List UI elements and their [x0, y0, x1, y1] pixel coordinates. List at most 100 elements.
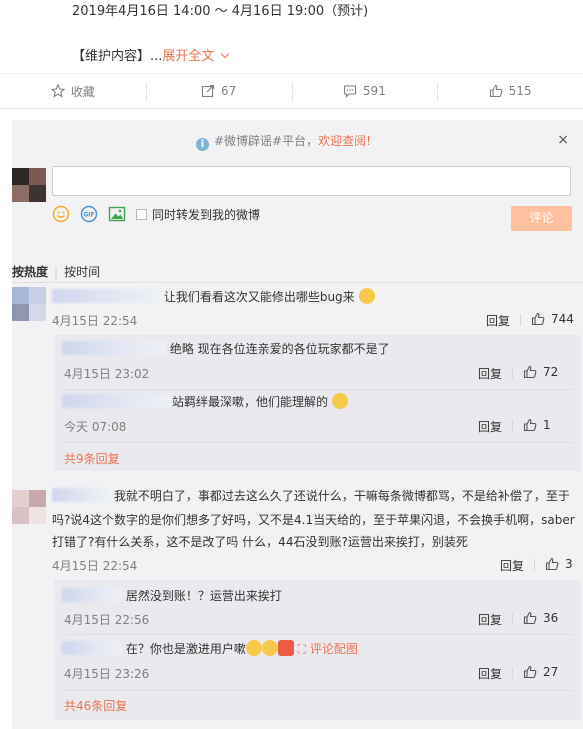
reply-time: 4月15日 23:02 [64, 367, 150, 381]
like-button[interactable]: 515 [437, 74, 583, 108]
reply-button[interactable]: 回复 [478, 665, 502, 682]
thumbs-up-icon [531, 312, 545, 326]
thumbs-up-icon [545, 557, 559, 571]
reply-box: 居然没到账！？运营出来挨打 4月15日 22:56 回复 36 在？你也是激进用… [54, 580, 581, 720]
divider [62, 389, 573, 390]
like-count: 3 [565, 557, 573, 571]
reply-button[interactable]: 回复 [478, 418, 502, 435]
submit-comment-button[interactable]: 评论 [511, 206, 572, 231]
reply-text: 绝略 现在各位连亲爱的各位玩家都不是了 [62, 339, 390, 359]
more-replies-link[interactable]: 共9条回复 [64, 450, 120, 467]
username[interactable] [52, 488, 110, 502]
avatar[interactable] [12, 287, 46, 321]
notice-link[interactable]: 欢迎查阅! [318, 134, 371, 148]
divider [62, 442, 573, 443]
image-icon[interactable] [108, 205, 126, 223]
divider [12, 282, 583, 283]
comment-panel: i #微博辟谣#平台，欢迎查阅! × GIF 同时转发到我的微博 评论 按热度 | 按… [12, 120, 583, 729]
reply-body: 在？你也是激进用户嗽 [125, 642, 246, 656]
divider [512, 367, 513, 379]
more-replies-link[interactable]: 共46条回复 [64, 697, 127, 714]
comment-image-label: 评论配图 [309, 642, 358, 656]
comment-body: 让我们看看这次又能修出哪些bug来 [163, 290, 355, 304]
maintenance-time: 2019年4月16日 14:00 ～ 4月16日 19:00（预计) [72, 4, 369, 19]
comment-image-link[interactable]: ⛶ 评论配图 [298, 642, 358, 656]
reply-body: 绝略 现在各位连亲爱的各位玩家都不是了 [169, 342, 390, 356]
divider [62, 634, 573, 635]
reply-button[interactable]: 回复 [500, 557, 524, 574]
emoji-icon[interactable] [52, 205, 70, 223]
comment-button[interactable]: 591 [291, 74, 438, 108]
comment-input[interactable] [52, 166, 571, 196]
divider [512, 667, 513, 679]
avatar[interactable] [12, 490, 46, 524]
thumbs-up-icon [489, 84, 503, 98]
chevron-down-icon [221, 49, 230, 59]
reply-like-button[interactable]: 36 [523, 611, 558, 625]
close-icon[interactable]: × [557, 132, 569, 148]
reply-button[interactable]: 回复 [486, 312, 510, 329]
divider [512, 613, 513, 625]
gif-icon[interactable]: GIF [80, 205, 98, 223]
sort-by-hot[interactable]: 按热度 [12, 265, 48, 279]
comment-count: 591 [362, 84, 386, 98]
favorite-button[interactable]: 收藏 [0, 74, 146, 108]
repost-checkbox[interactable] [136, 208, 147, 220]
reply-body: 居然没到账！？运营出来挨打 [125, 589, 282, 603]
reply-button[interactable]: 回复 [478, 365, 502, 382]
reply-like-button[interactable]: 1 [523, 418, 551, 432]
maintenance-content: 【维护内容】...展开全文 [72, 45, 230, 64]
reply-time: 4月15日 22:56 [64, 613, 150, 627]
thumbs-up-emoji-icon [358, 288, 375, 304]
comment-text: 让我们看看这次又能修出哪些bug来 [52, 287, 375, 307]
reply-like-button[interactable]: 72 [523, 365, 558, 379]
sort-tabs: 按热度 | 按时间 [12, 263, 100, 280]
expand-label: 展开全文 [162, 49, 215, 64]
username[interactable] [62, 641, 122, 655]
reply-body: 站羁绊最深嗽，他们能理解的 [172, 395, 329, 409]
comment-time: 4月15日 22:54 [52, 314, 138, 328]
like-count: 36 [543, 611, 559, 625]
content-prefix: 【维护内容】... [72, 49, 163, 64]
my-avatar[interactable] [12, 168, 46, 202]
favorite-label: 收藏 [70, 84, 95, 99]
divider [512, 420, 513, 432]
comment-text: 打错了?有什么关系，这不是改了吗 什么，44石没到账?运营出来挨打，别装死 [52, 535, 468, 549]
reply-text: 站羁绊最深嗽，他们能理解的 [62, 392, 348, 412]
sort-by-time[interactable]: 按时间 [64, 265, 100, 279]
like-count: 744 [551, 312, 574, 326]
comment-icon [343, 85, 356, 98]
repost-option-label: 同时转发到我的微博 [152, 207, 261, 222]
username[interactable] [62, 341, 166, 355]
reply-time: 4月15日 23:26 [64, 667, 150, 681]
composer-tools: GIF 同时转发到我的微博 [52, 204, 260, 224]
username[interactable] [62, 588, 122, 602]
post-action-bar: 收藏 67 591 515 [0, 73, 583, 109]
reply-box: 绝略 现在各位连亲爱的各位玩家都不是了 4月15日 23:02 回复 72 站羁… [54, 335, 581, 471]
username[interactable] [62, 394, 172, 408]
like-count: 27 [543, 665, 559, 679]
notice-prefix: #微博辟谣#平台， [214, 134, 319, 148]
notice-text: i #微博辟谣#平台，欢迎查阅! [196, 132, 371, 151]
divider [62, 690, 573, 691]
comment-time: 4月15日 22:54 [52, 559, 138, 573]
reply-time: 今天 07:08 [64, 420, 127, 434]
comment-text: 我就不明白了，事都过去这么久了还说什么，干嘛每条微博都骂，不是给补偿了，至于 [52, 486, 570, 506]
star-icon [50, 84, 65, 98]
rumor-notice: i #微博辟谣#平台，欢迎查阅! × [12, 126, 583, 154]
reply-like-button[interactable]: 27 [523, 665, 558, 679]
reply-text: 在？你也是激进用户嗽 ⛶ 评论配图 [62, 639, 358, 659]
comment-like-button[interactable]: 3 [545, 557, 573, 571]
username[interactable] [52, 289, 160, 303]
reply-button[interactable]: 回复 [478, 611, 502, 628]
info-icon: i [196, 138, 209, 151]
divider [520, 314, 521, 326]
svg-text:GIF: GIF [83, 212, 94, 219]
repost-button[interactable]: 67 [145, 74, 292, 108]
thumbs-up-icon [523, 665, 537, 679]
reply-text: 居然没到账！？运营出来挨打 [62, 586, 282, 606]
repost-count: 67 [220, 84, 237, 98]
comment-text: 吗?说4这个数字的是你们想多了好吗，又不是4.1当天给的，至于苹果闪退，不会换手… [52, 513, 575, 527]
comment-like-button[interactable]: 744 [531, 312, 574, 326]
expand-full-text-link[interactable]: 展开全文 [162, 49, 230, 64]
